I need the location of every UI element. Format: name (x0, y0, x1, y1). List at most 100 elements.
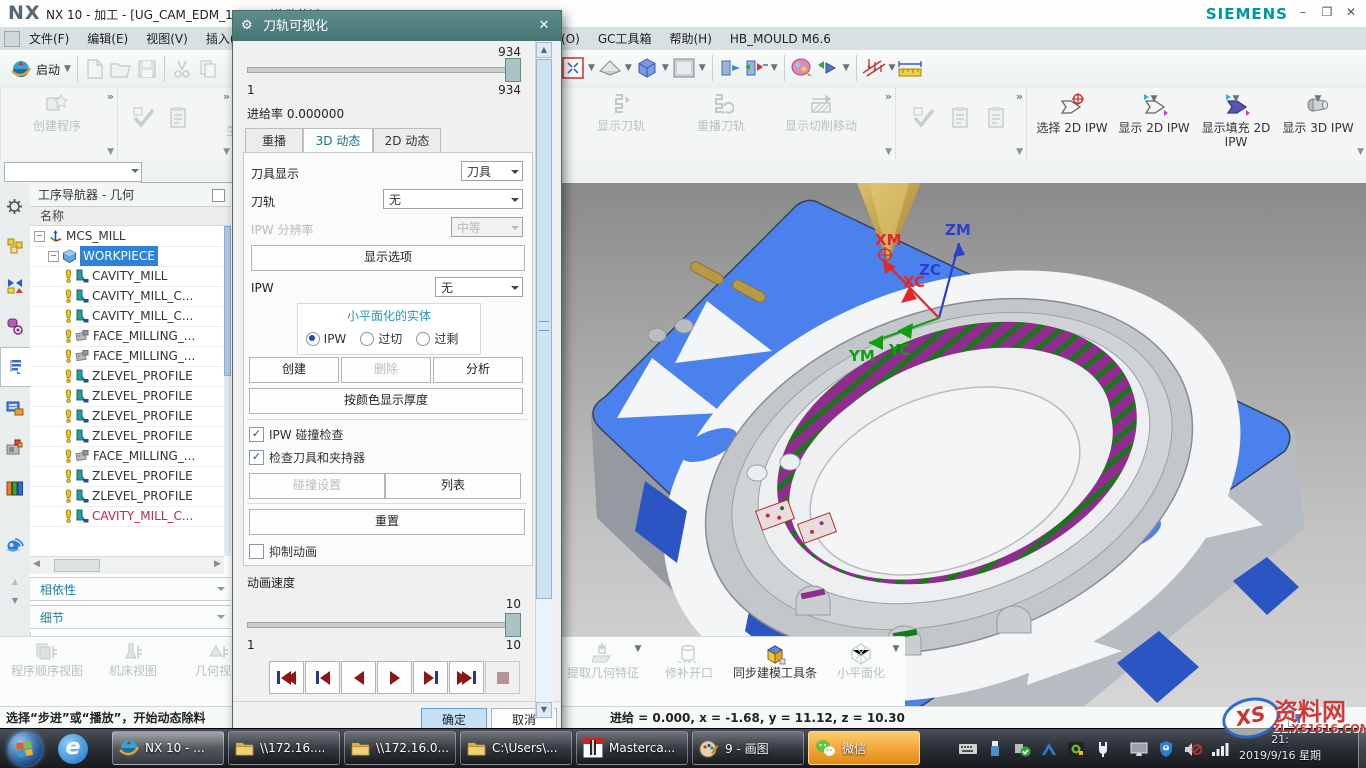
move-slider-track[interactable] (247, 67, 521, 73)
tree-expand-icon[interactable]: − (48, 251, 59, 262)
start-button[interactable]: 启动 (36, 61, 60, 78)
dependencies-panel[interactable]: 相依性 (30, 577, 231, 601)
dropdown-caret-icon[interactable]: ▼ (891, 642, 902, 656)
scroll-down-icon[interactable]: ▼ (536, 702, 552, 718)
graphics-viewport[interactable]: ZMZCXMXCYCYM (556, 183, 1366, 706)
menu-item-1[interactable]: 编辑(E) (78, 27, 137, 50)
taskbar-paint-button[interactable]: 9 - 画图 (692, 731, 804, 765)
step-back-button[interactable] (305, 661, 340, 694)
tree-row[interactable]: ZLEVEL_PROFILE (30, 426, 224, 447)
extract-feature-button[interactable]: 提取几何特征▼ (560, 637, 646, 680)
open-file-icon[interactable] (108, 55, 134, 83)
report-icon[interactable] (948, 106, 972, 130)
machine-view-button[interactable]: 机床视图 (90, 637, 176, 678)
minimize-button[interactable]: – (1292, 4, 1314, 22)
tab-2D 动态[interactable]: 2D 动态 (373, 128, 441, 153)
dropdown-caret-icon[interactable]: ▼ (841, 63, 852, 73)
select-2d-ipw-button[interactable]: 选择 2D IPW (1031, 88, 1113, 156)
menu-item-2[interactable]: 视图(V) (137, 27, 197, 50)
replay-toolpath-button[interactable]: 重播刀轨 (671, 88, 771, 156)
assembly-navigator-tab[interactable] (0, 227, 29, 265)
tree-row[interactable]: CAVITY_MILL (30, 266, 224, 287)
tree-row[interactable]: ZLEVEL_PROFILE (30, 386, 224, 407)
过切-radio[interactable]: 过切 (360, 330, 402, 347)
taskbar-folder-button[interactable]: C:\Users\... (460, 731, 572, 765)
tree-row[interactable]: −WORKPIECE (30, 246, 224, 267)
scroll-left-icon[interactable]: ◀ (33, 559, 40, 569)
group-options-icon[interactable]: ▼ (107, 147, 114, 157)
dropdown-caret-icon[interactable]: ▼ (1231, 92, 1242, 106)
datum-grid-icon[interactable] (861, 54, 887, 82)
play-forward-button[interactable] (377, 661, 412, 694)
show-toolpath-button[interactable]: 显示刀轨 (571, 88, 671, 156)
ie-browser-button[interactable]: e (58, 734, 88, 764)
restore-button[interactable]: ❐ (1316, 4, 1338, 22)
IPW 碰撞检查-checkbox[interactable]: ✓IPW 碰撞检查 (249, 426, 343, 443)
internet-browser-tab[interactable] (0, 525, 29, 563)
verify-icon[interactable] (132, 106, 156, 130)
tree-row[interactable]: CAVITY_MILL_C... (30, 286, 224, 307)
plug-tray-icon[interactable] (1093, 739, 1113, 759)
program-order-view-button[interactable]: 程序顺序视图 (4, 637, 90, 678)
show-hide-icon[interactable] (815, 54, 841, 82)
scroll-right-icon[interactable]: ▶ (214, 559, 221, 569)
true-shading-icon[interactable] (789, 54, 815, 82)
taskbar-nx-globe-button[interactable]: NX 10 - ... (112, 731, 224, 765)
machine-tool-navigator-tab[interactable] (0, 389, 29, 427)
group-overflow-icon[interactable]: » (223, 90, 230, 103)
new-section-icon[interactable] (743, 54, 769, 82)
group-options-icon[interactable]: ▼ (1016, 147, 1023, 157)
move-slider-handle[interactable] (505, 58, 521, 82)
scroll-up-icon[interactable]: ▲ (0, 577, 30, 586)
render-style-icon[interactable] (634, 54, 660, 82)
创建-button[interactable]: 创建 (249, 357, 339, 383)
sync-modeling-button[interactable]: 同步建模工具条 (732, 637, 818, 680)
nvidia-tray-icon[interactable] (1066, 739, 1086, 759)
constraint-navigator-tab[interactable] (0, 267, 29, 305)
patch-opening-button[interactable]: 修补开口 (646, 637, 732, 680)
dropdown-caret-icon[interactable]: ▼ (887, 63, 898, 73)
tree-row[interactable]: ZLEVEL_PROFILE (30, 406, 224, 427)
start-caret-icon[interactable]: ▼ (62, 64, 73, 74)
刀具显示-dropdown[interactable]: 刀具 (461, 161, 523, 181)
dropdown-caret-icon[interactable]: ▼ (586, 63, 597, 73)
measure-icon[interactable] (897, 54, 923, 82)
column-header[interactable]: 名称 (30, 207, 231, 226)
tree-row[interactable]: CAVITY_MILL_C... (30, 506, 224, 527)
group-options-icon[interactable]: ▼ (223, 147, 230, 157)
start-button[interactable] (8, 732, 42, 766)
group-overflow-icon[interactable]: » (1016, 90, 1023, 103)
过剩-radio[interactable]: 过剩 (416, 330, 458, 347)
operation-navigator-tab[interactable] (0, 347, 30, 387)
tree-row[interactable]: CAVITY_MILL_C... (30, 306, 224, 327)
usb-check-tray-icon[interactable] (1012, 739, 1032, 759)
shield-tray-icon[interactable] (1156, 739, 1176, 759)
speed-slider-track[interactable] (247, 622, 521, 628)
part-navigator-tab[interactable] (0, 307, 29, 345)
view-orient-icon[interactable] (597, 54, 623, 82)
tree-row[interactable]: FACE_MILLING_... (30, 346, 224, 367)
app-menu-icon[interactable] (4, 31, 20, 47)
menu-item-right-1[interactable]: GC工具箱 (589, 27, 661, 50)
step-forward-button[interactable] (413, 661, 448, 694)
dropdown-caret-icon[interactable]: ▼ (769, 63, 780, 73)
tab-3D 动态[interactable]: 3D 动态 (303, 128, 373, 153)
usb-tray-icon[interactable] (985, 739, 1005, 759)
列表-button[interactable]: 列表 (385, 473, 521, 499)
tree-hscrollbar-thumb[interactable] (54, 559, 100, 572)
autodesk-tray-icon[interactable] (1039, 739, 1059, 759)
group-overflow-icon[interactable]: » (885, 90, 892, 103)
cut-icon[interactable] (169, 55, 195, 83)
filter-combo[interactable] (4, 162, 142, 182)
scroll-up-icon[interactable]: ▲ (536, 42, 552, 58)
dropdown-caret-icon[interactable]: ▼ (1313, 92, 1324, 106)
group-options-icon[interactable]: ▼ (1357, 147, 1364, 157)
tree-vscrollbar-thumb[interactable] (224, 226, 231, 376)
play-reverse-button[interactable] (341, 661, 376, 694)
library-tab[interactable] (0, 469, 29, 507)
show-cutting-moves-button[interactable]: 显示切削移动 (771, 88, 871, 156)
new-file-icon[interactable] (82, 55, 108, 83)
dropdown-caret-icon[interactable]: ▼ (633, 642, 644, 656)
刀轨-dropdown[interactable]: 无 (383, 189, 523, 209)
tree-row[interactable]: ZLEVEL_PROFILE (30, 466, 224, 487)
